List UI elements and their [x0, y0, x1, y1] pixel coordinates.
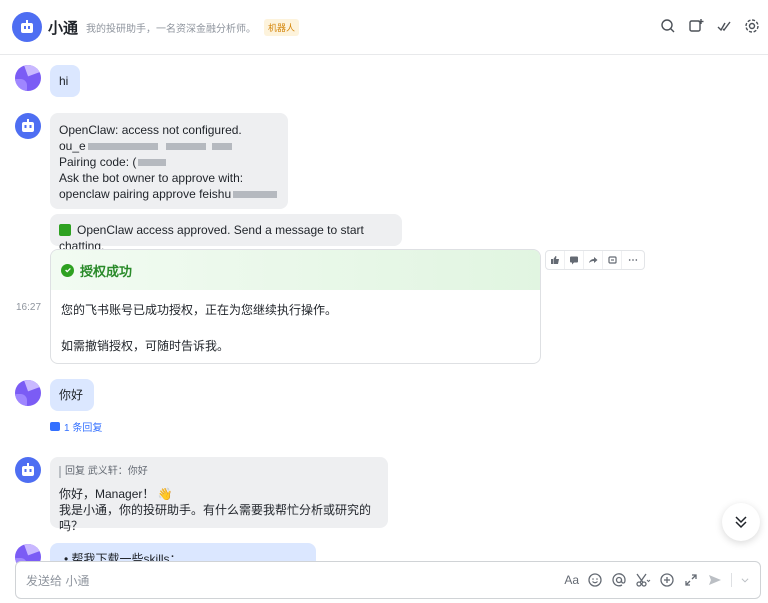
- send-icon[interactable]: [707, 572, 723, 588]
- user-avatar[interactable]: [15, 65, 41, 91]
- bot-avatar[interactable]: [15, 457, 41, 483]
- reply-count: 1 条回复: [64, 423, 103, 434]
- add-tab-icon[interactable]: [688, 18, 704, 34]
- message-line: ou_e: [59, 138, 279, 154]
- text-format-button[interactable]: Aa: [564, 573, 579, 587]
- message-composer[interactable]: 发送给 小通 Aa: [15, 561, 761, 599]
- message-timestamp: 16:27: [16, 302, 42, 313]
- message-bubble: OpenClaw access approved. Send a message…: [50, 214, 402, 253]
- message-line: 你好，Manager！ 👋: [59, 487, 173, 501]
- message-bubble: 你好: [50, 379, 94, 411]
- message-bubble: OpenClaw: access not configured. ou_e Pa…: [50, 113, 288, 209]
- checkbox-icon: [59, 224, 71, 236]
- auth-success-card: 授权成功 您的飞书账号已成功授权，正在为您继续执行操作。 如需撤销授权，可随时告…: [50, 249, 541, 364]
- message-text: 你好: [59, 388, 84, 402]
- message-input[interactable]: 发送给 小通: [26, 572, 564, 589]
- reply-thread-link[interactable]: 1 条回复: [50, 419, 102, 434]
- forward-icon[interactable]: [584, 251, 603, 269]
- tasks-icon[interactable]: [716, 18, 732, 34]
- robot-icon: [21, 20, 33, 33]
- emoji-icon[interactable]: [587, 572, 603, 588]
- chat-description: 我的投研助手，一名资深金融分析师。: [86, 23, 257, 35]
- card-text: 如需撤销授权，可随时告诉我。: [61, 339, 230, 353]
- quoted-reply: 回复 武义轩：你好: [59, 466, 379, 478]
- message-line: Ask the bot owner to approve with:: [59, 171, 244, 185]
- bot-avatar[interactable]: [12, 12, 42, 42]
- bot-avatar[interactable]: [15, 113, 41, 139]
- bot-tag: 机器人: [264, 18, 300, 36]
- scissors-icon[interactable]: [635, 572, 651, 588]
- chat-header: 小通 我的投研助手，一名资深金融分析师。 机器人: [0, 0, 768, 55]
- quote-icon[interactable]: [603, 251, 622, 269]
- expand-icon[interactable]: [683, 572, 699, 588]
- more-icon[interactable]: [622, 251, 644, 269]
- reply-icon: [50, 422, 60, 431]
- search-icon[interactable]: [660, 18, 676, 34]
- check-circle-icon: [61, 263, 74, 277]
- chevron-double-down-icon: [735, 516, 747, 529]
- message-line: OpenClaw: access not configured.: [59, 123, 242, 137]
- chat-title: 小通: [48, 19, 79, 37]
- scroll-to-bottom-button[interactable]: [722, 503, 760, 541]
- message-line: Pairing code: (: [59, 154, 279, 170]
- divider: [731, 573, 732, 587]
- card-text: 您的飞书账号已成功授权，正在为您继续执行操作。: [61, 303, 338, 317]
- message-bubble: hi: [50, 65, 80, 97]
- comment-icon[interactable]: [565, 251, 584, 269]
- message-line: 我是小通，你的投研助手。有什么需要我帮忙分析或研究的吗？: [59, 503, 372, 533]
- add-icon[interactable]: [659, 572, 675, 588]
- mention-icon[interactable]: [611, 572, 627, 588]
- message-bubble: 回复 武义轩：你好 你好，Manager！ 👋 我是小通，你的投研助手。有什么需…: [50, 457, 388, 533]
- message-line: openclaw pairing approve feishu: [59, 186, 279, 202]
- message-text: hi: [59, 74, 69, 88]
- message-actions: [545, 250, 645, 270]
- chevron-down-icon[interactable]: [740, 575, 750, 585]
- thumbs-up-icon[interactable]: [546, 251, 565, 269]
- settings-icon[interactable]: [744, 18, 760, 34]
- user-avatar[interactable]: [15, 380, 41, 406]
- card-title: 授权成功: [80, 263, 133, 279]
